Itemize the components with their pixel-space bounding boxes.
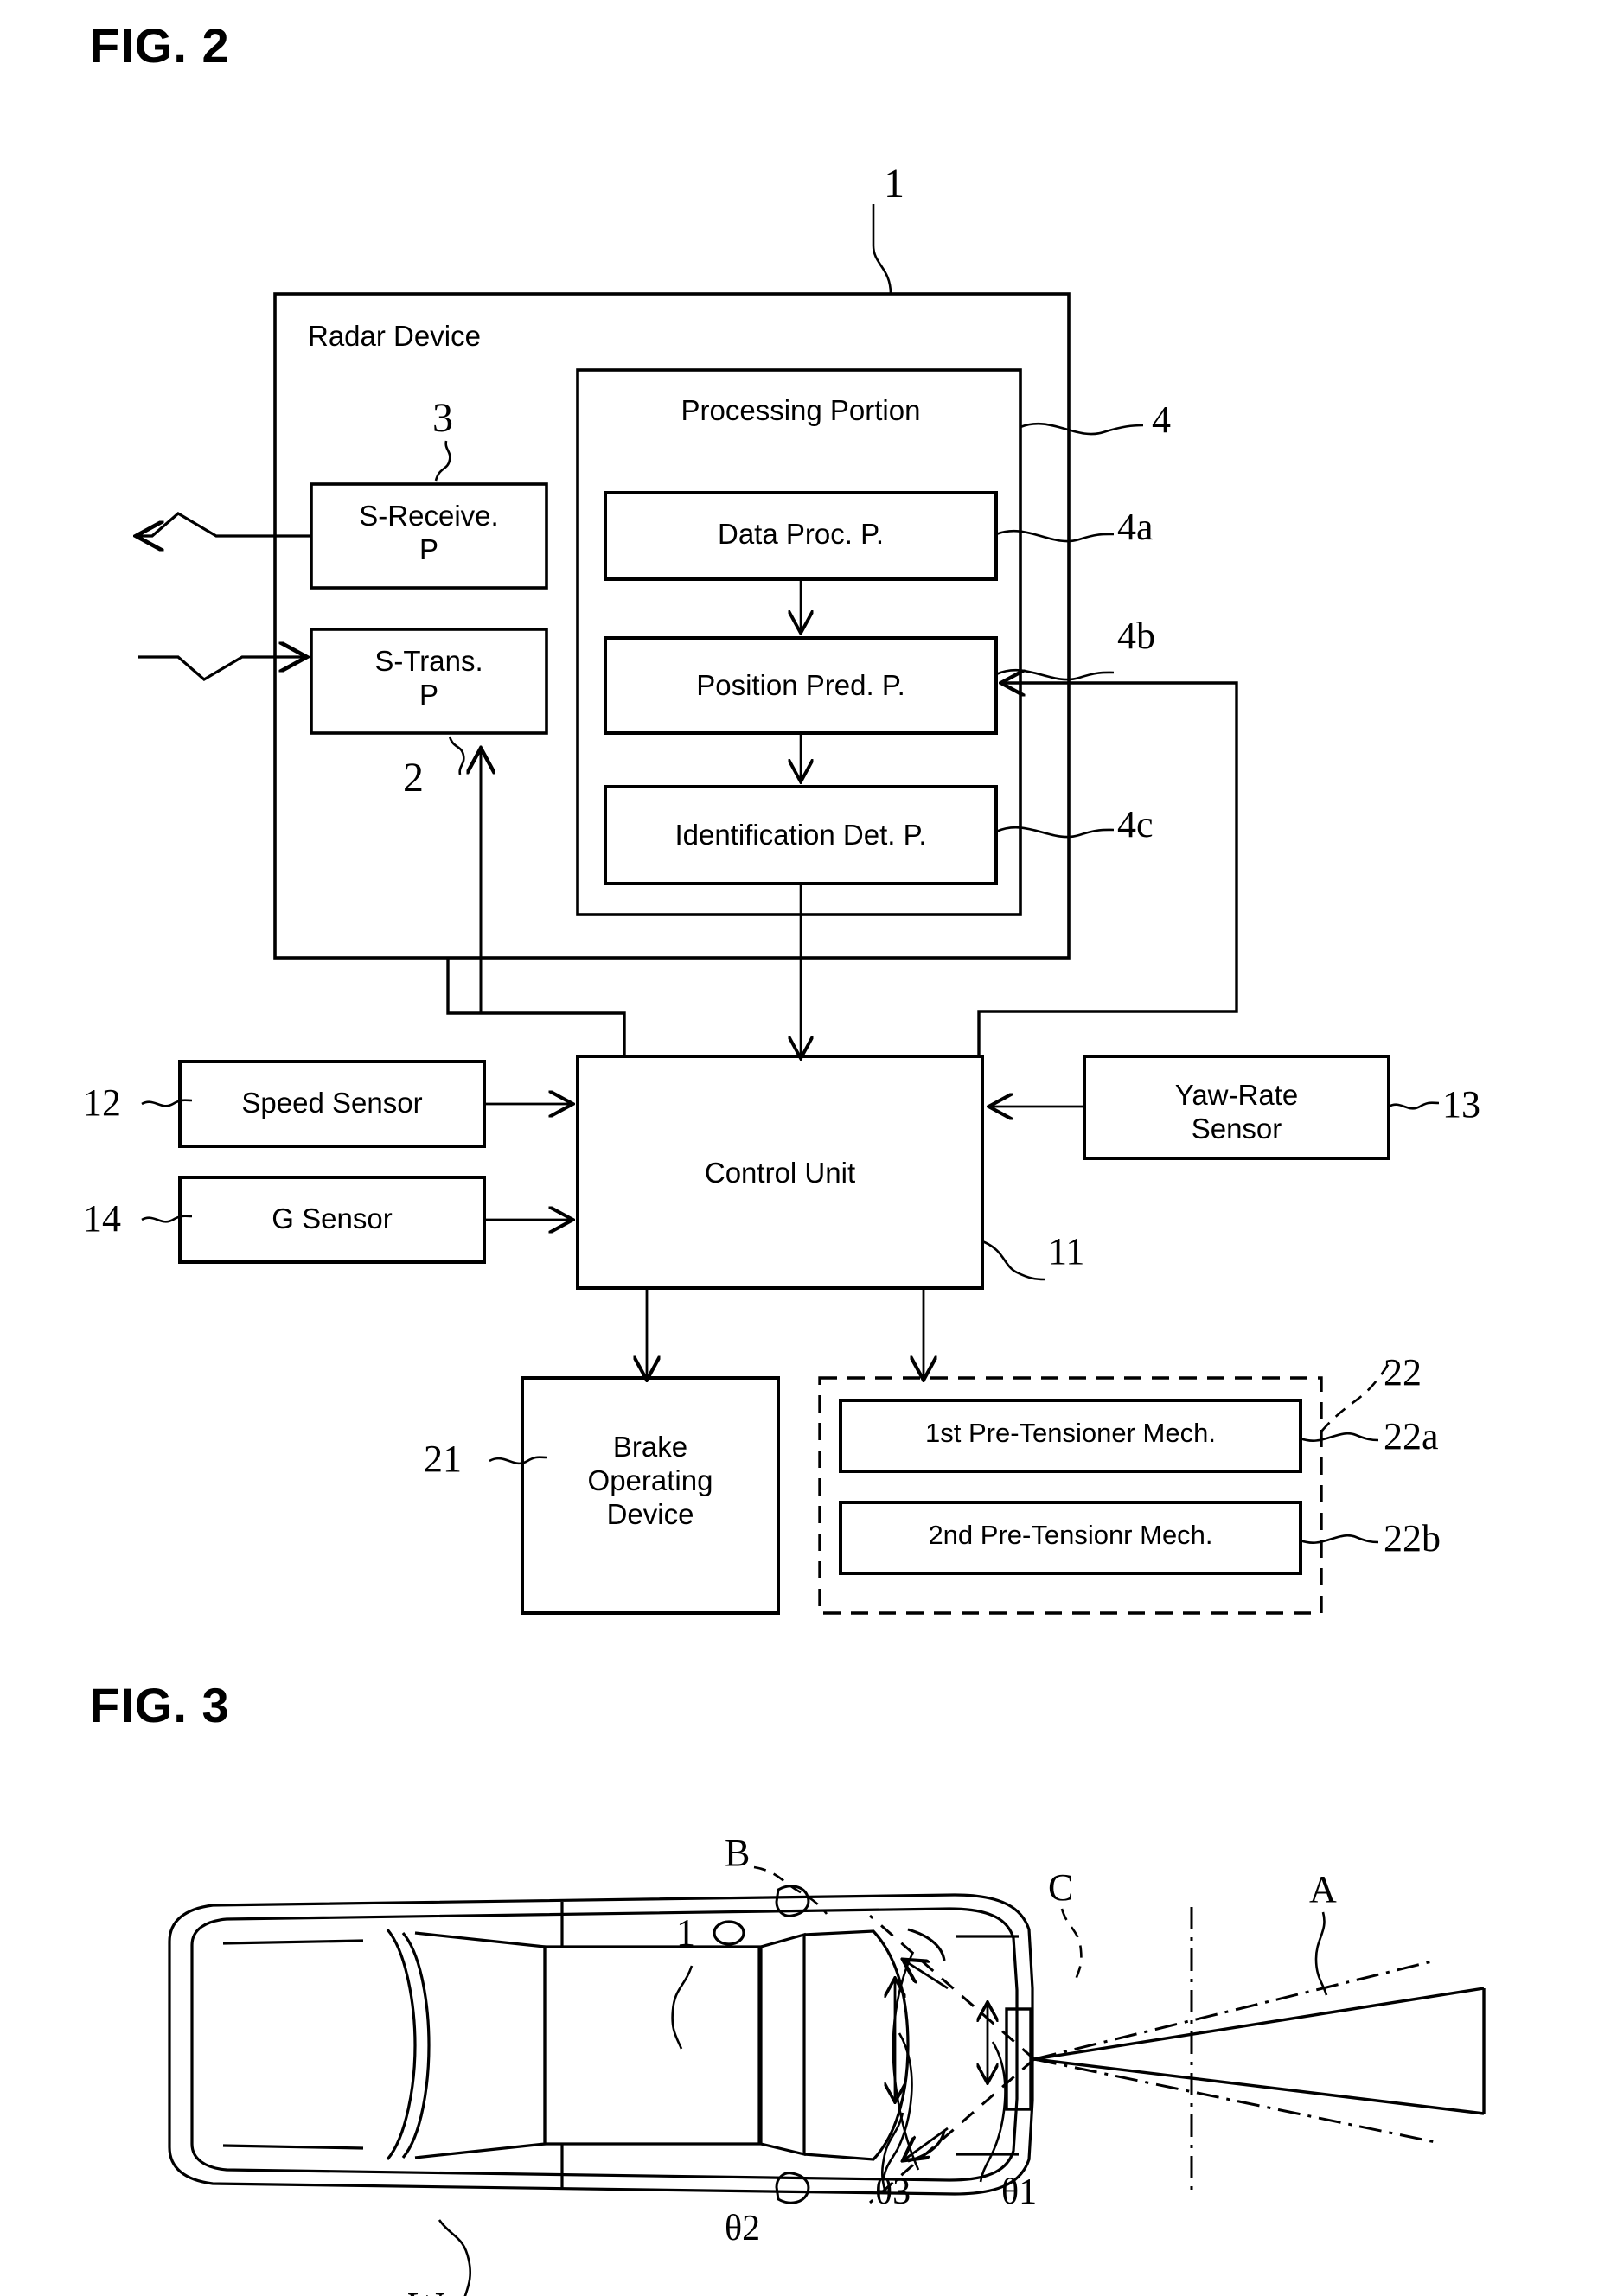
- control-unit-label: Control Unit: [704, 1157, 856, 1189]
- ref-22b: 22b: [1384, 1517, 1441, 1559]
- first-pretensioner-label: 1st Pre-Tensioner Mech.: [925, 1418, 1216, 1448]
- ref-13: 13: [1442, 1083, 1480, 1126]
- speed-sensor-label: Speed Sensor: [241, 1087, 423, 1119]
- ref-4b: 4b: [1117, 615, 1155, 657]
- ref-22: 22: [1384, 1351, 1422, 1394]
- ref-2: 2: [403, 755, 424, 800]
- figure-3-title: FIG. 3: [90, 1678, 230, 1732]
- second-pretensioner-label: 2nd Pre-Tensionr Mech.: [928, 1520, 1213, 1550]
- processing-portion-label: Processing Portion: [681, 394, 921, 426]
- s-receive-block-label: S-Receive. P: [359, 500, 499, 565]
- ref-3: 3: [432, 395, 453, 441]
- data-proc-block-label: Data Proc. P.: [718, 518, 884, 550]
- fig3-label-b: B: [725, 1832, 751, 1874]
- fig3-label-w: W: [408, 2284, 444, 2296]
- yaw-rate-sensor-label: Yaw-Rate Sensor: [1174, 1079, 1299, 1145]
- fig3-label-a: A: [1309, 1868, 1337, 1910]
- ref-22a: 22a: [1384, 1415, 1439, 1457]
- brake-operating-device-label: Brake Operating Device: [587, 1431, 713, 1530]
- ref-4: 4: [1152, 399, 1171, 441]
- figure-2-title: FIG. 2: [90, 18, 230, 73]
- figure-line-art: [0, 204, 1486, 2296]
- ref-11: 11: [1048, 1230, 1085, 1272]
- fig3-label-theta1: θ1: [1001, 2172, 1038, 2212]
- g-sensor-label: G Sensor: [272, 1202, 393, 1234]
- fig3-ref-1: 1: [676, 1911, 695, 1954]
- ref-1: 1: [884, 161, 904, 207]
- ref-21: 21: [424, 1438, 462, 1480]
- fig3-label-theta2: θ2: [725, 2209, 761, 2248]
- s-trans-block-label: S-Trans. P: [374, 645, 483, 711]
- ref-4a: 4a: [1117, 506, 1154, 548]
- identification-det-block-label: Identification Det. P.: [674, 819, 927, 851]
- fig3-label-c: C: [1048, 1866, 1074, 1909]
- ref-4c: 4c: [1117, 803, 1154, 845]
- patent-figure-page: FIG. 2 FIG. 3 Radar Device Processing Po…: [0, 0, 1598, 2296]
- fig3-label-theta3: θ3: [875, 2172, 911, 2212]
- ref-14: 14: [83, 1197, 121, 1240]
- position-pred-block-label: Position Pred. P.: [696, 669, 905, 701]
- ref-12: 12: [83, 1081, 121, 1124]
- radar-device-label: Radar Device: [308, 320, 481, 352]
